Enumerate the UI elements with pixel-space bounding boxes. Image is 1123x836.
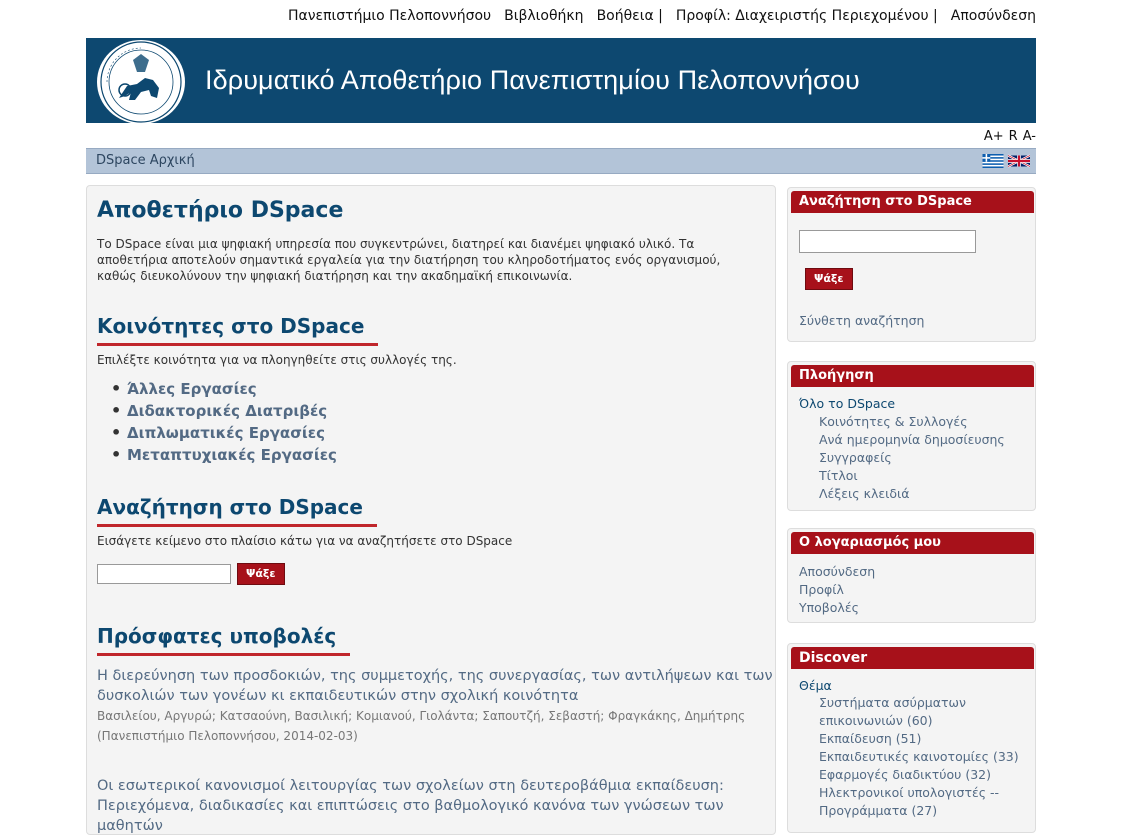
discover-item[interactable]: Εκπαιδευτικές καινοτομίες (33): [819, 749, 1019, 764]
sidebar-search-button[interactable]: Ψάξε: [805, 268, 853, 290]
discover-item[interactable]: Ηλεκτρονικοί υπολογιστές -- Προγράμματα …: [819, 784, 1029, 820]
search-text: Εισάγετε κείμενο στο πλαίσιο κάτω για να…: [97, 534, 513, 548]
browse-titles-link[interactable]: Τίτλοι: [819, 468, 858, 483]
account-submissions-link[interactable]: Υποβολές: [799, 600, 859, 615]
sidebar-discover-panel: Discover Θέμα Συστήματα ασύρματων επικοι…: [787, 643, 1036, 833]
community-item[interactable]: Άλλες Εργασίες: [111, 378, 337, 400]
main-search-input[interactable]: [97, 564, 231, 584]
communities-heading: Κοινότητες στο DSpace: [97, 314, 379, 346]
browse-keywords-link[interactable]: Λέξεις κλειδιά: [819, 486, 909, 501]
library-link[interactable]: Βιβλιοθήκη: [504, 8, 583, 24]
advanced-search-link[interactable]: Σύνθετη αναζήτηση: [799, 313, 924, 328]
community-item[interactable]: Διδακτορικές Διατριβές: [111, 400, 337, 422]
page-title: Αποθετήριο DSpace: [97, 198, 344, 223]
search-heading: Αναζήτηση στο DSpace: [97, 495, 377, 527]
browse-all-dspace[interactable]: Όλο το DSpace: [799, 396, 895, 411]
repository-title: Ιδρυματικό Αποθετήριο Πανεπιστημίου Πελο…: [205, 65, 860, 95]
logout-link[interactable]: Αποσύνδεση: [951, 8, 1036, 24]
browse-communities-link[interactable]: Κοινότητες & Συλλογές: [819, 414, 968, 429]
main-search-button[interactable]: Ψάξε: [237, 563, 285, 585]
discover-heading: Discover: [791, 647, 1034, 669]
discover-item[interactable]: Εφαρμογές διαδικτύου (32): [819, 767, 991, 782]
university-logo-icon[interactable]: [97, 40, 185, 124]
communities-text: Επιλέξτε κοινότητα για να πλοηγηθείτε στ…: [97, 353, 457, 367]
submission-title[interactable]: Η διερεύνηση των προσδοκιών, της συμμετο…: [97, 666, 777, 706]
top-navigation: Πανεπιστήμιο Πελοποννήσου Βιβλιοθήκη Βοή…: [288, 8, 1036, 24]
breadcrumb: DSpace Αρχική: [86, 148, 1036, 174]
help-link[interactable]: Βοήθεια |: [597, 8, 663, 24]
submission-title[interactable]: Οι εσωτερικοί κανονισμοί λειτουργίας των…: [97, 776, 777, 836]
sidebar-search-input[interactable]: [799, 230, 976, 253]
account-logout-link[interactable]: Αποσύνδεση: [799, 564, 875, 579]
profile-link[interactable]: Προφίλ: Διαχειριστής Περιεχομένου |: [676, 8, 938, 24]
sidebar-search-heading: Αναζήτηση στο DSpace: [791, 191, 1034, 213]
recent-heading: Πρόσφατες υποβολές: [97, 624, 351, 656]
header-banner: Ιδρυματικό Αποθετήριο Πανεπιστημίου Πελο…: [86, 38, 1036, 124]
browse-authors-link[interactable]: Συγγραφείς: [819, 450, 892, 465]
community-item[interactable]: Μεταπτυχιακές Εργασίες: [111, 444, 337, 466]
submission-authors: Βασιλείου, Αργυρώ; Κατσαούνη, Βασιλική; …: [97, 709, 746, 723]
account-heading: Ο λογαριασμός μου: [791, 532, 1034, 554]
university-link[interactable]: Πανεπιστήμιο Πελοποννήσου: [288, 8, 491, 24]
sidebar-account-panel: Ο λογαριασμός μου Αποσύνδεση Προφίλ Υποβ…: [787, 528, 1036, 623]
discover-item[interactable]: Εκπαίδευση (51): [819, 731, 921, 746]
community-item[interactable]: Διπλωματικές Εργασίες: [111, 422, 337, 444]
sidebar-browse-panel: Πλοήγηση Όλο το DSpace Κοινότητες & Συλλ…: [787, 361, 1036, 511]
browse-heading: Πλοήγηση: [791, 365, 1034, 387]
font-increase-button[interactable]: A+: [984, 129, 1004, 144]
breadcrumb-home[interactable]: DSpace Αρχική: [96, 153, 195, 168]
uk-flag-icon[interactable]: [1008, 154, 1030, 168]
browse-date-link[interactable]: Ανά ημερομηνία δημοσίευσης: [819, 432, 1005, 447]
font-size-controls: A+ R A-: [984, 129, 1036, 144]
main-content: Αποθετήριο DSpace Το DSpace είναι μια ψη…: [86, 185, 776, 835]
sidebar-search-panel: Αναζήτηση στο DSpace Ψάξε Σύνθετη αναζήτ…: [787, 187, 1036, 342]
communities-list: Άλλες Εργασίες Διδακτορικές Διατριβές Δι…: [111, 378, 337, 466]
submission-source: (Πανεπιστήμιο Πελοποννήσου, 2014-02-03): [97, 729, 358, 743]
intro-text: Το DSpace είναι μια ψηφιακή υπηρεσία που…: [97, 237, 721, 283]
account-profile-link[interactable]: Προφίλ: [799, 582, 844, 597]
font-decrease-button[interactable]: A-: [1023, 129, 1036, 144]
font-reset-button[interactable]: R: [1009, 129, 1018, 144]
discover-facet-subject: Θέμα: [799, 678, 832, 693]
greek-flag-icon[interactable]: [982, 154, 1004, 168]
discover-item[interactable]: Συστήματα ασύρματων επικοινωνιών (60): [819, 694, 1029, 730]
